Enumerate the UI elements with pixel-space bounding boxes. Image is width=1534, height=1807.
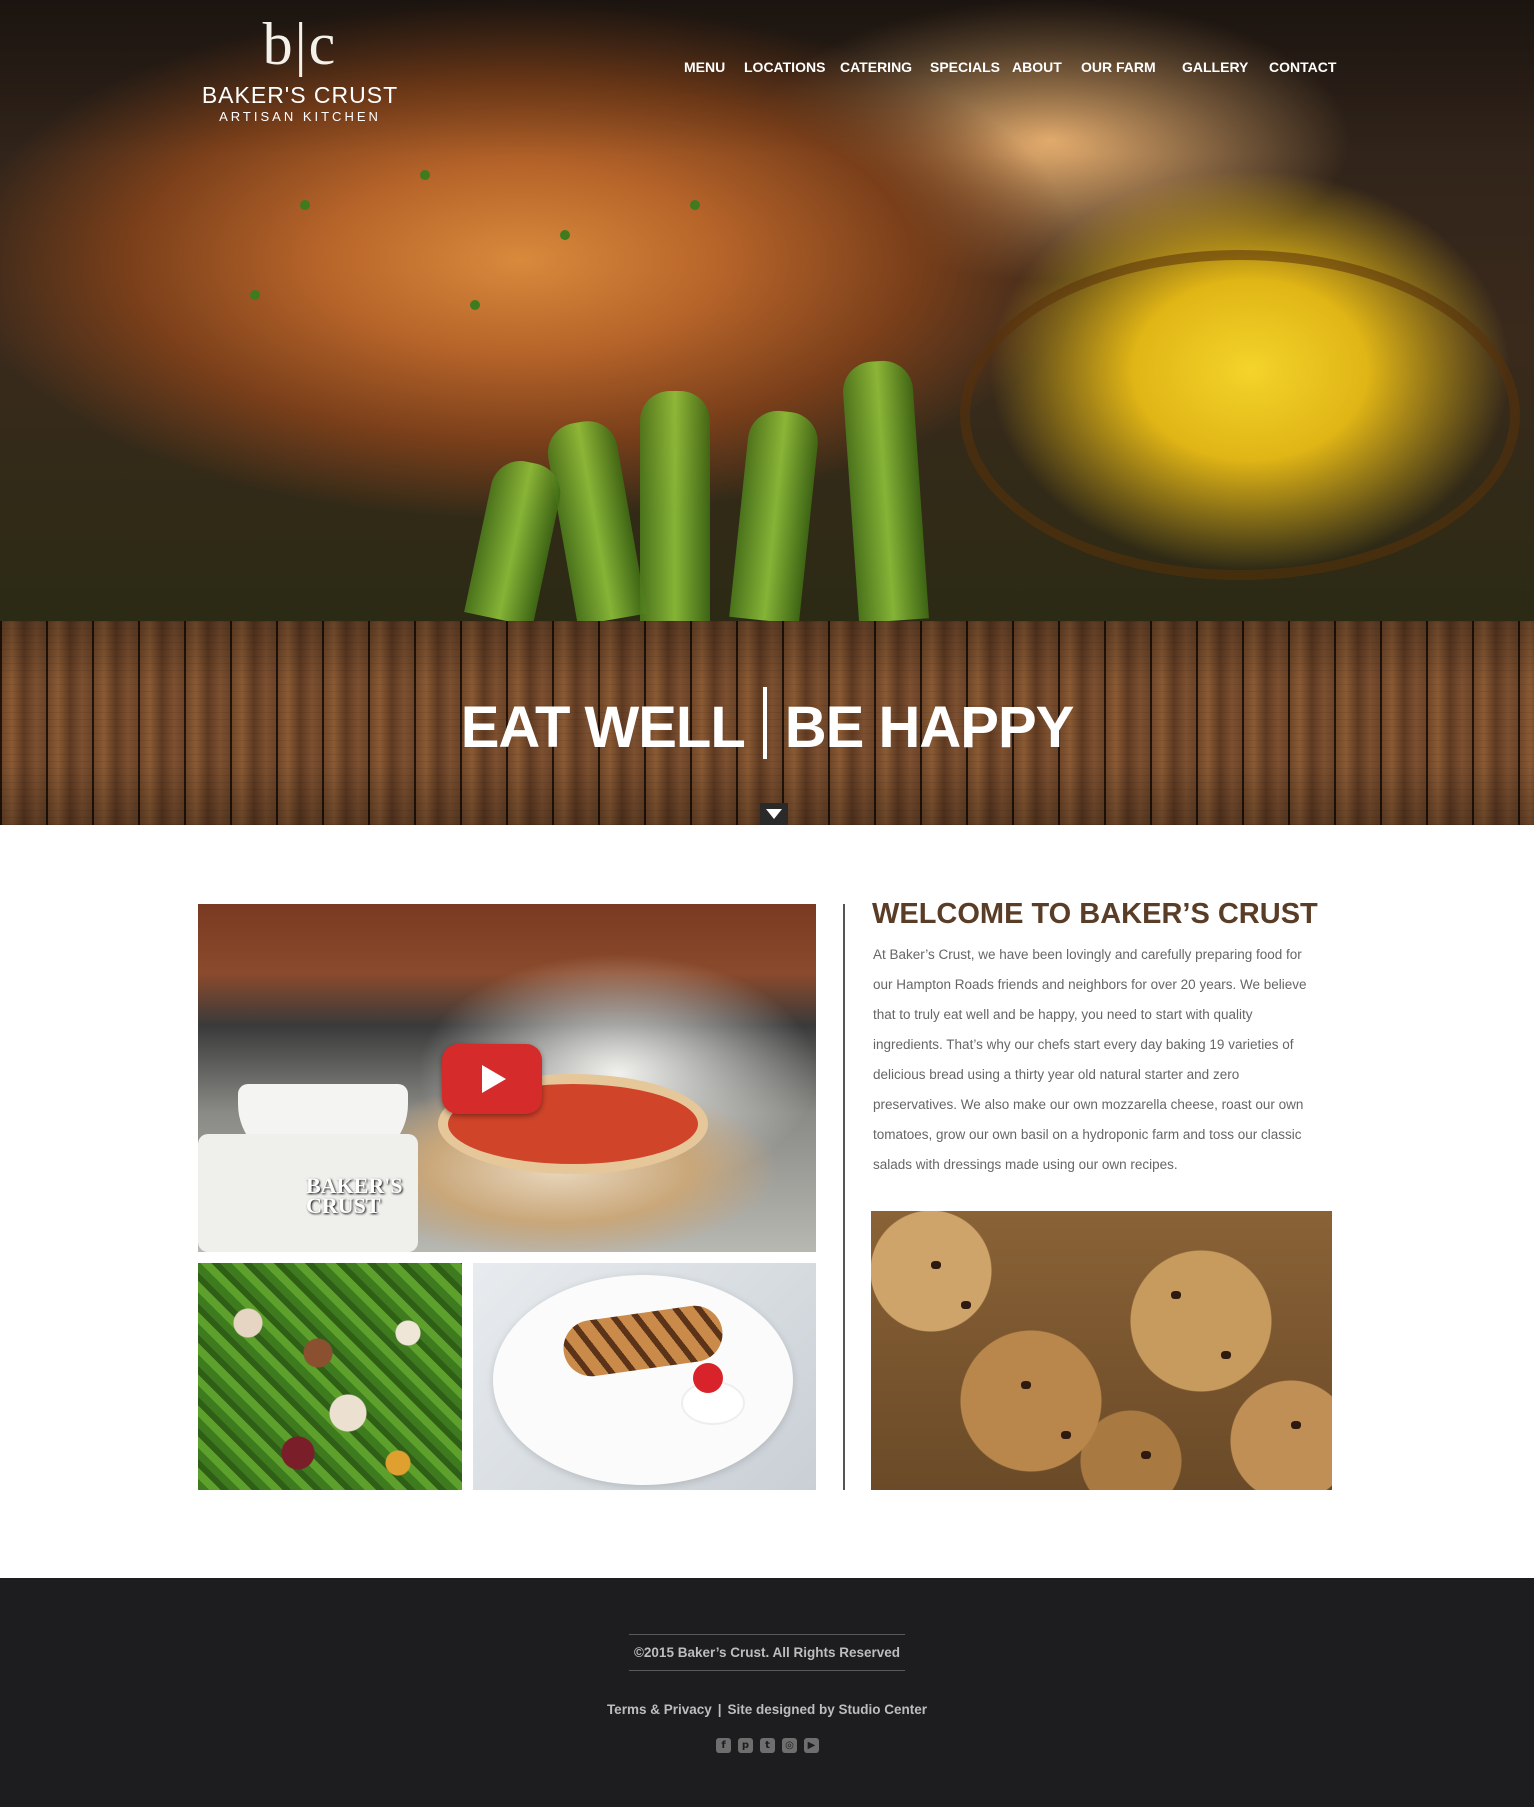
- chevron-down-icon: [766, 809, 782, 819]
- instagram-icon[interactable]: ◎: [782, 1738, 797, 1753]
- hero-banner: b|c BAKER'S CRUST ARTISAN KITCHEN MENU L…: [0, 0, 1534, 621]
- nav-menu[interactable]: MENU: [684, 59, 725, 75]
- salad-photo: [198, 1263, 462, 1490]
- nav-contact[interactable]: CONTACT: [1269, 59, 1336, 75]
- tagline: EAT WELL BE HAPPY: [0, 687, 1534, 761]
- dessert-photo: [473, 1263, 816, 1490]
- youtube-video[interactable]: BAKER'S CRUST: [198, 904, 816, 1252]
- play-icon: [482, 1065, 506, 1093]
- logo-name: BAKER'S CRUST: [201, 82, 399, 108]
- tagline-eat-well: EAT WELL: [460, 695, 746, 760]
- copyright: ©2015 Baker’s Crust. All Rights Reserved: [629, 1634, 905, 1671]
- nav-locations[interactable]: LOCATIONS: [744, 59, 825, 75]
- tagline-be-happy: BE HAPPY: [784, 695, 1075, 760]
- cookies-photo: [871, 1211, 1332, 1490]
- content-divider: [843, 904, 845, 1490]
- studio-center-link[interactable]: Site designed by Studio Center: [728, 1702, 928, 1717]
- video-play-button[interactable]: [442, 1044, 542, 1114]
- footer-links: Terms & Privacy | Site designed by Studio …: [0, 1702, 1534, 1717]
- twitter-icon[interactable]: t: [760, 1738, 775, 1753]
- facebook-icon[interactable]: f: [716, 1738, 731, 1753]
- social-links: f p t ◎ ▶: [716, 1738, 819, 1753]
- nav-specials[interactable]: SPECIALS: [930, 59, 1000, 75]
- pinterest-icon[interactable]: p: [738, 1738, 753, 1753]
- scroll-down-button[interactable]: [760, 803, 788, 825]
- logo-subtitle: ARTISAN KITCHEN: [219, 109, 381, 124]
- nav-catering[interactable]: CATERING: [840, 59, 912, 75]
- footer-separator: |: [717, 1702, 722, 1717]
- terms-privacy-link[interactable]: Terms & Privacy: [607, 1702, 712, 1717]
- nav-our-farm[interactable]: OUR FARM: [1081, 59, 1156, 75]
- welcome-text: At Baker’s Crust, we have been lovingly …: [873, 947, 1307, 1172]
- tagline-divider: [762, 687, 767, 759]
- site-logo[interactable]: b|c BAKER'S CRUST ARTISAN KITCHEN: [190, 8, 410, 124]
- youtube-icon[interactable]: ▶: [804, 1738, 819, 1753]
- video-watermark: BAKER'S CRUST: [306, 1173, 403, 1218]
- site-footer: ©2015 Baker’s Crust. All Rights Reserved…: [0, 1578, 1534, 1807]
- logo-mark: b|c: [262, 11, 338, 77]
- tagline-band: EAT WELL BE HAPPY: [0, 621, 1534, 825]
- nav-about[interactable]: ABOUT: [1012, 59, 1062, 75]
- welcome-title: WELCOME TO BAKER’S CRUST: [872, 898, 1318, 930]
- nav-gallery[interactable]: GALLERY: [1182, 59, 1248, 75]
